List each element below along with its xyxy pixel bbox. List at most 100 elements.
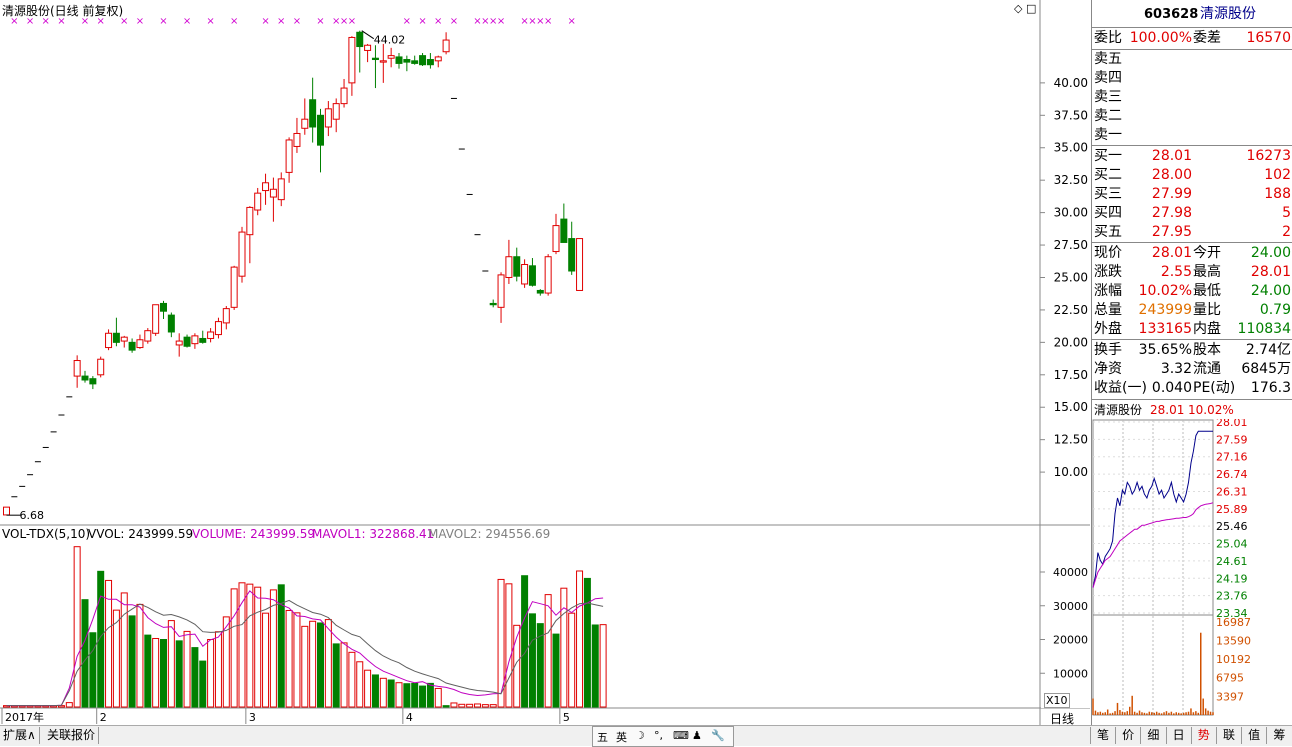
intraday-price-tick: 26.74 bbox=[1216, 468, 1248, 481]
high-label: 44.02 bbox=[374, 34, 406, 47]
volume-bar bbox=[576, 570, 584, 708]
candle bbox=[309, 77, 317, 143]
volume-bar bbox=[474, 703, 481, 708]
candle bbox=[513, 247, 521, 282]
weicha-value: 16570 bbox=[1246, 30, 1291, 46]
signal-marker: × bbox=[450, 16, 458, 27]
candle bbox=[395, 53, 403, 69]
ime-icon[interactable]: 🔧 bbox=[711, 729, 725, 742]
candle bbox=[207, 328, 215, 343]
candle bbox=[568, 221, 576, 275]
stat-row: 总量 243999 量比 0.79 bbox=[1094, 302, 1291, 318]
panel-tab[interactable]: 细 bbox=[1140, 727, 1165, 744]
panel-tab[interactable]: 笔 bbox=[1090, 727, 1115, 744]
signal-marker: × bbox=[293, 16, 301, 27]
ime-icon[interactable]: ♟ bbox=[692, 729, 702, 742]
expand-tab[interactable]: 扩展∧ bbox=[0, 727, 40, 744]
date-tick-label: 2017年 bbox=[5, 710, 44, 724]
signal-marker: × bbox=[277, 16, 285, 27]
volume-bar bbox=[403, 683, 411, 708]
candle bbox=[152, 304, 160, 336]
candle bbox=[214, 317, 222, 339]
volume-bar bbox=[544, 594, 552, 708]
sell-level-row: 卖一 bbox=[1094, 127, 1122, 143]
ime-toolbar[interactable]: 五英 ☽ °, ⌨ ♟ 🔧 bbox=[592, 726, 734, 747]
sell-level-row: 卖五 bbox=[1094, 51, 1122, 67]
sell-level-row: 卖三 bbox=[1094, 89, 1122, 105]
candle bbox=[81, 370, 89, 383]
volume-bar bbox=[73, 546, 81, 708]
fundamental-row: 换手 35.65% 股本 2.74亿 bbox=[1094, 342, 1291, 358]
ime-icon[interactable]: ⌨ bbox=[673, 729, 689, 742]
volume-bar bbox=[175, 640, 183, 708]
stock-name: 清源股份 bbox=[1200, 6, 1256, 22]
candle bbox=[105, 329, 113, 351]
intraday-vol-tick: 6795 bbox=[1216, 672, 1244, 685]
volume-bar bbox=[246, 583, 254, 708]
vol-unit: X10 bbox=[1044, 693, 1070, 708]
vol-volume: VOLUME: 243999.59 bbox=[192, 527, 315, 541]
signal-marker: × bbox=[568, 16, 576, 27]
ime-icon[interactable]: 英 bbox=[616, 729, 627, 745]
fundamental-row: 收益(一) 0.040 PE(动) 176.3 bbox=[1094, 380, 1291, 396]
related-quote-tab[interactable]: 关联报价 bbox=[44, 727, 100, 744]
weibi-value: 100.00% bbox=[1129, 30, 1192, 46]
candle bbox=[332, 98, 340, 133]
candle bbox=[246, 206, 254, 264]
volume-bar bbox=[207, 639, 215, 708]
volume-bar bbox=[324, 619, 332, 708]
vol-tick-label: 40000 bbox=[1053, 566, 1088, 579]
volume-bar bbox=[112, 609, 120, 708]
candle bbox=[262, 173, 270, 205]
vol-indicator-name[interactable]: VOL-TDX(5,10) bbox=[2, 527, 90, 541]
vol-tick-label: 30000 bbox=[1053, 600, 1088, 613]
stat-row: 涨幅 10.02% 最低 24.00 bbox=[1094, 283, 1291, 299]
signal-marker: × bbox=[348, 16, 356, 27]
kline-chart-area[interactable]: 40.00 37.50 35.00 32.50 30.00 27.50 25.00 22.50… bbox=[0, 0, 1090, 726]
ime-icon[interactable]: 五 bbox=[597, 729, 608, 745]
volume-bar bbox=[466, 703, 474, 708]
ime-icon[interactable]: ☽ bbox=[635, 729, 645, 742]
buy-level-row: 买四 27.98 5 bbox=[1094, 205, 1291, 221]
panel-tab[interactable]: 日 bbox=[1165, 727, 1191, 744]
panel-tab[interactable]: 筹 bbox=[1266, 727, 1291, 744]
stock-code: 603628 bbox=[1144, 7, 1199, 22]
candle bbox=[277, 172, 285, 207]
panel-tab[interactable]: 值 bbox=[1241, 727, 1266, 744]
vol-tick-label: 20000 bbox=[1053, 634, 1088, 647]
candle bbox=[175, 333, 183, 357]
candle bbox=[426, 53, 434, 69]
candle bbox=[521, 259, 529, 288]
volume-bar bbox=[160, 639, 167, 708]
volume-bar bbox=[183, 630, 191, 708]
panel-tab[interactable]: 价 bbox=[1115, 727, 1140, 744]
volume-bar bbox=[214, 631, 222, 708]
signal-marker: × bbox=[418, 16, 426, 27]
date-tick-label: 4 bbox=[406, 711, 413, 724]
intraday-price-tick: 25.89 bbox=[1216, 503, 1248, 516]
volume-bar bbox=[144, 634, 152, 708]
signal-marker: × bbox=[206, 16, 214, 27]
intraday-price-tick: 27.59 bbox=[1216, 433, 1248, 446]
quote-panel: 603628 清源股份 委比 100.00% 委差 16570 清源股份 28.… bbox=[1091, 0, 1292, 725]
signal-marker: × bbox=[136, 16, 144, 27]
fundamental-row: 净资 3.32 流通 6845万 bbox=[1094, 361, 1291, 377]
kline-svg[interactable]: 40.00 37.50 35.00 32.50 30.00 27.50 25.00 22.50… bbox=[0, 0, 1090, 725]
candle bbox=[387, 47, 395, 68]
window-controls[interactable]: ◇ □ bbox=[1014, 2, 1036, 15]
volume-bar bbox=[199, 660, 207, 708]
intraday-chart[interactable]: 28.01 27.59 27.16 26.74 26.31 25.89 25.46 25.04… bbox=[1092, 419, 1292, 724]
vol-mavol1: MAVOL1: 322868.41 bbox=[312, 527, 435, 541]
candle bbox=[536, 289, 544, 296]
signal-marker: × bbox=[403, 16, 411, 27]
volume-bar bbox=[528, 613, 536, 708]
price-tick-label: 35.00 bbox=[1054, 141, 1088, 155]
volume-bar bbox=[411, 682, 419, 708]
volume-bar bbox=[332, 643, 340, 708]
ime-icon[interactable]: °, bbox=[654, 729, 663, 742]
volume-bar bbox=[293, 612, 301, 708]
panel-tab[interactable]: 势 bbox=[1190, 727, 1216, 744]
panel-tab[interactable]: 联 bbox=[1216, 727, 1241, 744]
candle bbox=[489, 299, 497, 308]
price-tick-label: 40.00 bbox=[1054, 76, 1088, 90]
